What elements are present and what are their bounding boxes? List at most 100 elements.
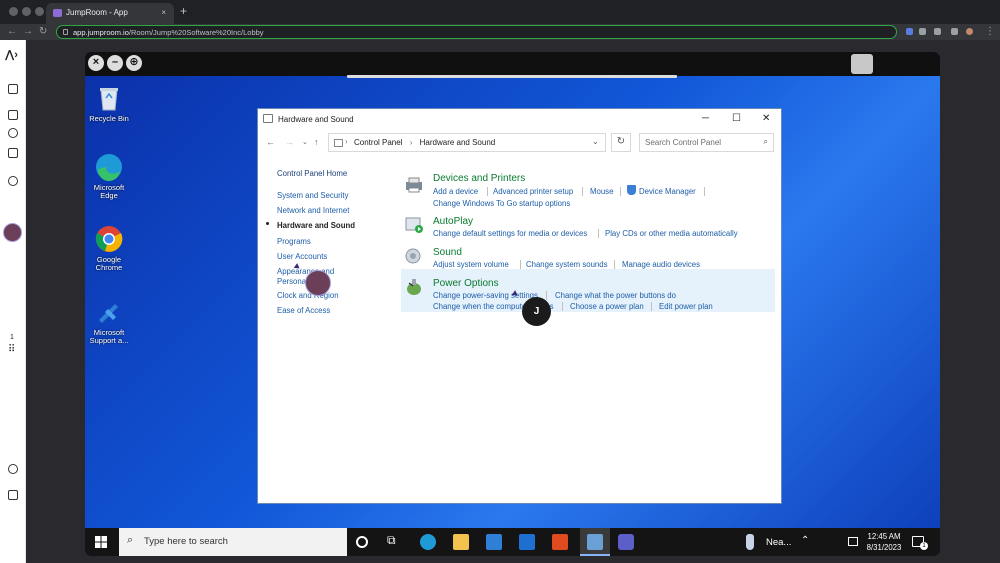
breadcrumb-item[interactable]: Hardware and Sound: [420, 138, 496, 147]
chevron-down-icon[interactable]: ⌄: [592, 137, 599, 146]
link-edit-power-plan[interactable]: Edit power plan: [659, 302, 713, 311]
menu-icon[interactable]: ⋮: [985, 26, 995, 37]
sidebar-item-user-accounts[interactable]: User Accounts: [277, 252, 327, 261]
sidebar-icon[interactable]: [951, 28, 958, 35]
minimize-window-dot[interactable]: [22, 7, 31, 16]
desktop-icon-edge[interactable]: Microsoft Edge: [89, 153, 129, 200]
hand-icon[interactable]: [8, 176, 18, 186]
link-mouse[interactable]: Mouse: [590, 187, 613, 196]
screen-share-icon[interactable]: [8, 148, 18, 158]
close-icon[interactable]: ✕: [762, 113, 770, 124]
reload-icon[interactable]: ↻: [39, 26, 47, 37]
chat-icon[interactable]: [8, 464, 18, 474]
link-power-saving[interactable]: Change power-saving settings: [433, 291, 538, 300]
section-autoplay[interactable]: AutoPlay: [433, 216, 473, 227]
weather-text[interactable]: Nea...: [766, 537, 791, 548]
link-choose-power-plan[interactable]: Choose a power plan: [570, 302, 644, 311]
remote-desktop[interactable]: × – ⊕ Recycle Bin Microsoft Edge Google …: [85, 52, 940, 556]
puzzle-icon[interactable]: [934, 28, 941, 35]
camera-off-icon[interactable]: [8, 110, 18, 120]
back-icon[interactable]: ←: [7, 26, 17, 37]
sidebar-item-programs[interactable]: Programs: [277, 237, 311, 246]
forward-arrow-icon[interactable]: →: [285, 137, 294, 147]
folder-icon[interactable]: [8, 490, 18, 500]
sidebar-item-home[interactable]: Control Panel Home: [277, 169, 347, 178]
network-icon[interactable]: [848, 537, 858, 546]
search-control-panel-input[interactable]: Search Control Panel ⌕: [639, 133, 774, 152]
browser-tab[interactable]: JumpRoom - App ×: [46, 3, 174, 24]
link-advanced-printer[interactable]: Advanced printer setup: [493, 187, 573, 196]
sidebar-item-system-security[interactable]: System and Security: [277, 191, 349, 200]
up-arrow-icon[interactable]: ↑: [314, 137, 319, 147]
back-arrow-icon[interactable]: ←: [266, 137, 275, 147]
section-power-options[interactable]: Power Options: [433, 278, 499, 289]
windows-start-icon[interactable]: [95, 536, 107, 548]
collaborator-badge: J: [522, 297, 551, 326]
fit-screen-button[interactable]: ⊕: [126, 55, 142, 71]
sidebar-item-ease-access[interactable]: Ease of Access: [277, 306, 330, 315]
jumproom-favicon-icon: [53, 9, 62, 17]
search-icon: ⌕: [763, 137, 768, 146]
taskbar-clock[interactable]: 12:45 AM 8/31/2023: [863, 531, 905, 553]
link-autoplay-defaults[interactable]: Change default settings for media or dev…: [433, 229, 587, 238]
control-panel-small-icon: [334, 139, 343, 147]
desktop-icon-recycle-bin[interactable]: Recycle Bin: [89, 84, 129, 123]
link-windows-to-go[interactable]: Change Windows To Go startup options: [433, 199, 570, 208]
address-bar[interactable]: app.jumproom.io/Room/Jump%20Software%20I…: [56, 25, 897, 39]
sidebar-item-clock-region[interactable]: Clock and Region: [277, 291, 339, 300]
participant-avatar[interactable]: [3, 223, 22, 242]
separator: [620, 187, 621, 196]
breadcrumb-item[interactable]: Control Panel: [354, 138, 402, 147]
cortana-icon[interactable]: [356, 536, 368, 548]
recent-dropdown-icon[interactable]: ⌄: [302, 138, 308, 146]
link-add-device[interactable]: Add a device: [433, 187, 478, 196]
profile-avatar-icon[interactable]: [966, 28, 973, 35]
link-adjust-volume[interactable]: Adjust system volume: [433, 260, 509, 269]
office-icon[interactable]: [552, 534, 568, 550]
desktop-icon-chrome[interactable]: Google Chrome: [89, 225, 129, 272]
close-window-dot[interactable]: [9, 7, 18, 16]
tab-close-icon[interactable]: ×: [161, 8, 166, 17]
weather-icon[interactable]: [746, 534, 754, 550]
jumproom-logo-icon[interactable]: ⋀›: [5, 48, 18, 61]
mail-icon[interactable]: [519, 534, 535, 550]
support-tools-icon: [95, 298, 123, 326]
notification-count: 1: [920, 542, 928, 550]
taskbar-search-box[interactable]: ⌕ Type here to search: [119, 528, 347, 556]
tray-chevron-up-icon[interactable]: ⌃: [801, 535, 809, 546]
desktop-icon-support[interactable]: Microsoft Support a...: [89, 298, 129, 345]
address-path[interactable]: › Control Panel › Hardware and Sound ⌄: [328, 133, 606, 152]
url-domain: app.jumproom.io: [73, 28, 129, 37]
edge-taskbar-icon[interactable]: [420, 534, 436, 550]
teams-icon[interactable]: [618, 534, 634, 550]
minimize-session-button[interactable]: –: [107, 55, 123, 71]
maximize-window-dot[interactable]: [35, 7, 44, 16]
extension-icon[interactable]: [919, 28, 926, 35]
link-audio-devices[interactable]: Manage audio devices: [622, 260, 700, 269]
stream-indicator: [347, 75, 677, 78]
forward-icon[interactable]: →: [23, 26, 33, 37]
window-titlebar[interactable]: Hardware and Sound ─ ☐ ✕: [258, 109, 781, 129]
maximize-icon[interactable]: ☐: [732, 113, 741, 124]
section-sound[interactable]: Sound: [433, 247, 462, 258]
clock-date: 8/31/2023: [866, 543, 902, 552]
minimize-icon[interactable]: ─: [702, 113, 709, 124]
printer-icon: [404, 176, 424, 194]
link-play-cds[interactable]: Play CDs or other media automatically: [605, 229, 738, 238]
link-system-sounds[interactable]: Change system sounds: [526, 260, 607, 269]
store-icon[interactable]: [486, 534, 502, 550]
mic-off-icon[interactable]: [8, 128, 18, 138]
sidebar-item-network[interactable]: Network and Internet: [277, 206, 349, 215]
link-power-buttons[interactable]: Change what the power buttons do: [555, 291, 676, 300]
new-tab-button[interactable]: +: [180, 4, 187, 18]
task-view-icon[interactable]: ⧉: [387, 533, 403, 549]
clipboard-icon[interactable]: [8, 84, 18, 94]
close-session-button[interactable]: ×: [88, 55, 104, 71]
extension-icon[interactable]: [906, 28, 913, 35]
clipboard-button[interactable]: [851, 54, 873, 74]
refresh-icon[interactable]: ↻: [611, 133, 631, 152]
file-explorer-icon[interactable]: [453, 534, 469, 550]
link-device-manager[interactable]: Device Manager: [639, 187, 696, 196]
section-devices-printers[interactable]: Devices and Printers: [433, 173, 525, 184]
grid-icon[interactable]: ⠿: [8, 344, 15, 355]
